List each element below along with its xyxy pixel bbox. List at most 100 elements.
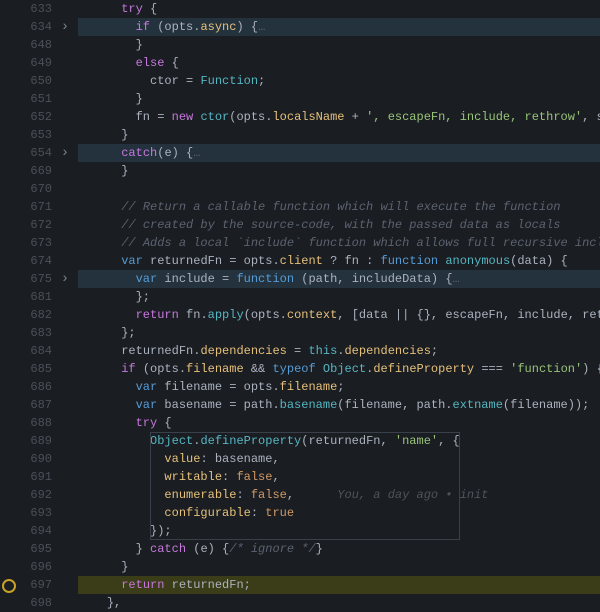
code-line[interactable]: ctor = Function; [78, 72, 600, 90]
code-line[interactable]: Object.defineProperty(returnedFn, 'name'… [78, 432, 600, 450]
line-number[interactable]: 698 [0, 594, 56, 612]
code-line[interactable]: if (opts.filename && typeof Object.defin… [78, 360, 600, 378]
line-number[interactable]: 695 [0, 540, 56, 558]
token-pn: , [438, 434, 452, 448]
token-ws [78, 308, 136, 322]
token-pn: } [136, 92, 143, 106]
code-line[interactable]: } [78, 162, 600, 180]
code-line[interactable]: var filename = opts.filename; [78, 378, 600, 396]
code-line[interactable]: } [78, 126, 600, 144]
code-line[interactable]: enumerable: false, You, a day ago • init [78, 486, 600, 504]
code-line[interactable]: }; [78, 288, 600, 306]
token-prop: defineProperty [373, 362, 474, 376]
code-line[interactable]: value: basename, [78, 450, 600, 468]
token-var: rethrow [582, 308, 600, 322]
code-line[interactable]: }, [78, 594, 600, 612]
token-pn: } [316, 542, 323, 556]
code-line[interactable]: else { [78, 54, 600, 72]
token-var: includeData [352, 272, 431, 286]
line-number[interactable]: 685 [0, 360, 56, 378]
line-number[interactable]: 692 [0, 486, 56, 504]
line-number[interactable]: 649 [0, 54, 56, 72]
line-number[interactable]: 690 [0, 450, 56, 468]
code-line[interactable]: // created by the source-code, with the … [78, 216, 600, 234]
fold-toggle-icon[interactable] [56, 18, 74, 36]
line-number[interactable]: 651 [0, 90, 56, 108]
code-line[interactable]: var include = function (path, includeDat… [78, 270, 600, 288]
code-line[interactable]: fn = new ctor(opts.localsName + ', escap… [78, 108, 600, 126]
line-number[interactable]: 675 [0, 270, 56, 288]
token-prop: localsName [272, 110, 344, 124]
code-line[interactable]: return fn.apply(opts.context, [data || {… [78, 306, 600, 324]
code-editor[interactable]: 6336346486496506516526536546696706716726… [0, 0, 600, 584]
code-line[interactable]: } [78, 90, 600, 108]
line-number[interactable]: 684 [0, 342, 56, 360]
line-number[interactable]: 669 [0, 162, 56, 180]
token-kw2: function [236, 272, 294, 286]
line-number[interactable]: 652 [0, 108, 56, 126]
line-number[interactable]: 654 [0, 144, 56, 162]
fold-spacer [56, 576, 74, 594]
code-line[interactable]: returnedFn.dependencies = this.dependenc… [78, 342, 600, 360]
line-number[interactable]: 674 [0, 252, 56, 270]
code-line[interactable]: try { [78, 414, 600, 432]
line-number[interactable]: 634 [0, 18, 56, 36]
code-line[interactable]: // Return a callable function which will… [78, 198, 600, 216]
code-line[interactable]: } [78, 558, 600, 576]
fold-toggle-icon[interactable] [56, 144, 74, 162]
line-number[interactable]: 670 [0, 180, 56, 198]
line-number[interactable]: 681 [0, 288, 56, 306]
line-number[interactable]: 688 [0, 414, 56, 432]
token-op: . [272, 398, 279, 412]
line-number[interactable]: 650 [0, 72, 56, 90]
code-area[interactable]: try { if (opts.async) {… } else { ctor =… [74, 0, 600, 584]
line-number[interactable]: 672 [0, 216, 56, 234]
code-line[interactable]: } [78, 36, 600, 54]
code-line[interactable]: var basename = path.basename(filename, p… [78, 396, 600, 414]
line-number[interactable]: 691 [0, 468, 56, 486]
line-number[interactable]: 686 [0, 378, 56, 396]
token-var: data [517, 254, 546, 268]
code-line[interactable]: var returnedFn = opts.client ? fn : func… [78, 252, 600, 270]
token-var: opts [251, 308, 280, 322]
line-number[interactable]: 673 [0, 234, 56, 252]
code-line[interactable]: } catch (e) {/* ignore */} [78, 540, 600, 558]
line-number[interactable]: 693 [0, 504, 56, 522]
token-var: returnedFn [308, 434, 380, 448]
code-line[interactable]: catch(e) {… [78, 144, 600, 162]
line-number[interactable]: 683 [0, 324, 56, 342]
token-ws [78, 20, 136, 34]
token-pn: { [453, 434, 460, 448]
line-number-gutter[interactable]: 6336346486496506516526536546696706716726… [0, 0, 56, 584]
fold-spacer [56, 342, 74, 360]
code-line[interactable]: }); [78, 522, 600, 540]
line-number[interactable]: 633 [0, 0, 56, 18]
line-number[interactable]: 696 [0, 558, 56, 576]
line-number[interactable]: 648 [0, 36, 56, 54]
line-number[interactable]: 687 [0, 396, 56, 414]
code-line[interactable]: try { [78, 0, 600, 18]
token-pn: ( [294, 272, 308, 286]
token-var: filename [344, 398, 402, 412]
fold-spacer [56, 180, 74, 198]
line-number[interactable]: 682 [0, 306, 56, 324]
line-number[interactable]: 653 [0, 126, 56, 144]
line-number[interactable]: 694 [0, 522, 56, 540]
fold-spacer [56, 0, 74, 18]
token-ws [78, 506, 164, 520]
fold-column[interactable] [56, 0, 74, 584]
token-pn: ) [172, 146, 186, 160]
line-number[interactable]: 697 [0, 576, 56, 594]
code-line[interactable] [78, 180, 600, 198]
code-line[interactable]: return returnedFn; [78, 576, 600, 594]
line-number[interactable]: 671 [0, 198, 56, 216]
code-line[interactable]: configurable: true [78, 504, 600, 522]
code-line[interactable]: }; [78, 324, 600, 342]
fold-toggle-icon[interactable] [56, 270, 74, 288]
code-line[interactable]: writable: false, [78, 468, 600, 486]
token-ws [78, 416, 136, 430]
code-line[interactable]: // Adds a local `include` function which… [78, 234, 600, 252]
line-number[interactable]: 689 [0, 432, 56, 450]
fold-spacer [56, 432, 74, 450]
code-line[interactable]: if (opts.async) {… [78, 18, 600, 36]
